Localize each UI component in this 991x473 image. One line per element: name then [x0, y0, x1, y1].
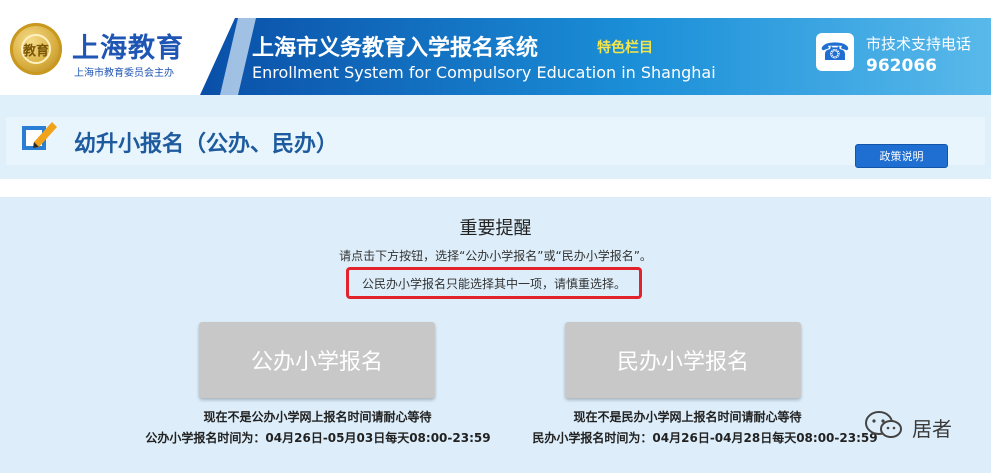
- emblem-text: 教育: [21, 34, 51, 64]
- logo-area[interactable]: 教育 上海教育 上海市教育委员会主办: [0, 0, 235, 95]
- private-status-text: 现在不是民办小学网上报名时间请耐心等待: [573, 410, 802, 424]
- wechat-icon: [865, 411, 902, 438]
- divider-band: [0, 179, 991, 197]
- brand-subtitle: 上海市教育委员会主办: [74, 68, 174, 79]
- policy-button[interactable]: 政策说明: [855, 144, 948, 168]
- edit-pen-icon: [22, 122, 57, 150]
- public-status-text: 现在不是公办小学网上报名时间请耐心等待: [203, 410, 432, 424]
- notice-instruction: 请点击下方按钮，选择“公办小学报名”或“民办小学报名”。: [339, 249, 652, 263]
- system-tag: 特色栏目: [597, 40, 653, 56]
- system-title-en: Enrollment System for Compulsory Educati…: [252, 63, 716, 82]
- page-title: 幼升小报名（公办、民办）: [74, 132, 339, 157]
- support-phone-number: 962066: [866, 56, 937, 76]
- public-time-text: 公办小学报名时间为：04月26日-05月03日每天08:00-23:59: [145, 431, 491, 445]
- brand-name: 上海教育: [72, 33, 184, 64]
- warning-box: 公民办小学报名只能选择其中一项，请慎重选择。: [346, 267, 642, 299]
- system-title: 上海市义务教育入学报名系统: [252, 36, 539, 61]
- public-school-register-button[interactable]: 公办小学报名: [199, 322, 435, 398]
- watermark-text: 居者: [912, 417, 952, 441]
- private-school-register-button[interactable]: 民办小学报名: [565, 322, 801, 398]
- emblem-logo-icon: 教育: [10, 23, 62, 75]
- phone-icon: ☎: [816, 33, 854, 71]
- support-phone-label: 市技术支持电话: [866, 35, 972, 53]
- notice-title: 重要提醒: [459, 218, 532, 239]
- private-time-text: 民办小学报名时间为：04月26日-04月28日每天08:00-23:59: [532, 431, 878, 445]
